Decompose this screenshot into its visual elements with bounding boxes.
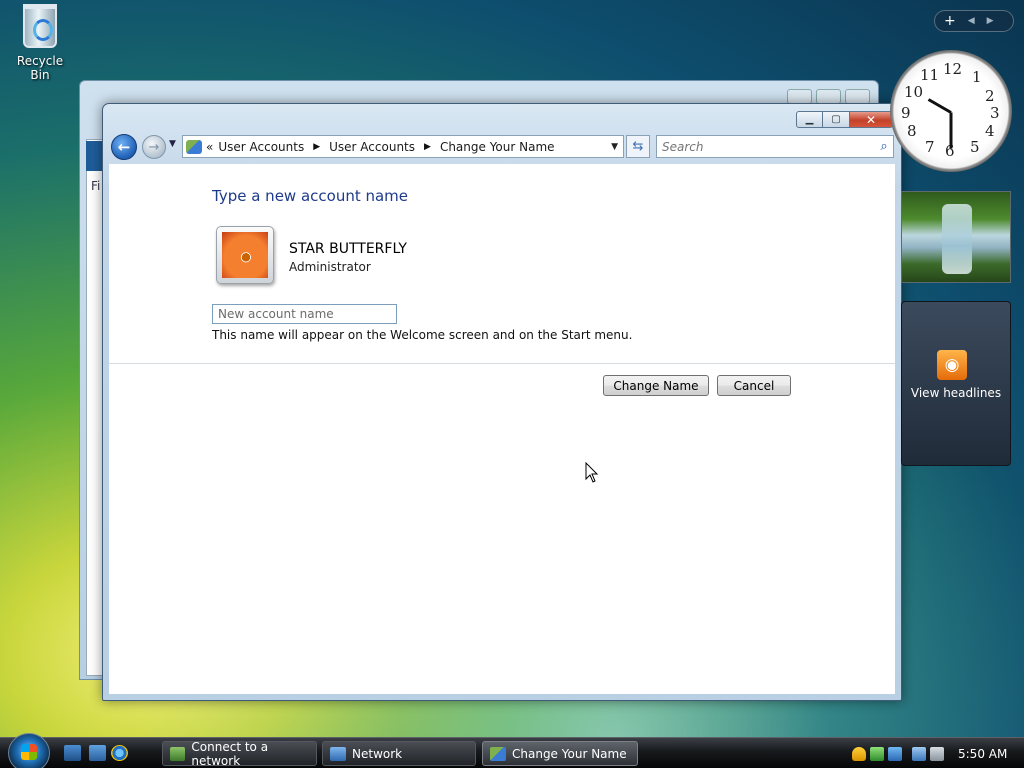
taskbar-item-label: Network	[352, 746, 403, 761]
forward-button[interactable]: →	[142, 135, 166, 159]
recycle-bin-icon	[23, 4, 57, 48]
taskbar-item-label: Change Your Name	[512, 746, 627, 761]
start-button[interactable]	[8, 733, 50, 768]
forward-arrow-icon: →	[148, 139, 160, 155]
breadcrumb-separator-icon[interactable]: ▶	[313, 142, 320, 152]
user-accounts-icon	[490, 746, 506, 761]
new-account-name-input[interactable]	[212, 304, 397, 324]
feed-headlines-gadget[interactable]: ◉ View headlines	[901, 301, 1011, 466]
close-button[interactable]	[845, 89, 870, 104]
clock-number: 4	[985, 122, 995, 140]
content-pane: Type a new account name STAR BUTTERFLY A…	[109, 164, 895, 694]
user-role: Administrator	[289, 260, 371, 274]
minimize-button[interactable]	[787, 89, 812, 104]
user-name: STAR BUTTERFLY	[289, 241, 407, 257]
taskbar-item-label: Connect to a network	[191, 739, 269, 768]
network-icon	[330, 746, 346, 761]
breadcrumb-item[interactable]: User Accounts	[329, 140, 415, 154]
mouse-cursor-icon	[585, 462, 599, 483]
recycle-bin-label: Recycle Bin	[16, 54, 64, 82]
window-caption-buttons: ▁ ▢ ✕	[796, 111, 893, 128]
refresh-button[interactable]: ⇆	[626, 135, 650, 158]
volume-muted-icon[interactable]	[930, 746, 944, 761]
clock-number: 12	[943, 60, 963, 78]
address-bar[interactable]: « User Accounts ▶ User Accounts ▶ Change…	[182, 135, 624, 158]
clock-number: 11	[920, 66, 940, 84]
security-shield-icon[interactable]	[852, 746, 866, 761]
recycle-bin[interactable]: Recycle Bin	[6, 2, 74, 82]
breadcrumb-item[interactable]: User Accounts	[218, 140, 304, 154]
clock-gadget[interactable]: 12 1 2 3 4 5 6 7 8 9 10 11	[890, 50, 1012, 172]
change-name-window[interactable]: ▁ ▢ ✕ ← → ▼ « User Accounts ▶ User Accou…	[102, 103, 902, 701]
taskbar-item-change-your-name[interactable]: Change Your Name	[482, 741, 638, 766]
user-accounts-icon	[186, 139, 202, 154]
taskbar-clock[interactable]: 5:50 AM	[958, 747, 1007, 761]
help-text: This name will appear on the Welcome scr…	[212, 328, 633, 342]
address-dropdown-icon[interactable]: ▼	[611, 142, 618, 152]
checkmark-icon[interactable]	[870, 746, 884, 761]
network-connect-icon	[170, 746, 186, 761]
system-tray: 5:50 AM	[852, 741, 1020, 766]
search-input[interactable]	[662, 137, 875, 156]
clock-number: 7	[925, 138, 935, 156]
maximize-button[interactable]: ▢	[823, 111, 850, 128]
rss-feed-icon: ◉	[937, 350, 967, 380]
back-arrow-icon: ←	[117, 138, 131, 156]
clock-number: 10	[904, 83, 924, 101]
page-title: Type a new account name	[212, 187, 409, 205]
slideshow-gadget[interactable]	[901, 191, 1011, 283]
windows-logo-icon	[21, 744, 37, 760]
cancel-button[interactable]: Cancel	[717, 375, 791, 396]
background-window-caption-buttons	[787, 89, 870, 104]
network-status-icon[interactable]	[912, 746, 926, 761]
show-desktop-icon[interactable]	[64, 745, 81, 761]
change-name-button[interactable]: Change Name	[603, 375, 709, 396]
sidebar-icon[interactable]	[888, 746, 902, 761]
divider	[109, 363, 895, 364]
breadcrumb-separator-icon[interactable]: ▶	[424, 142, 431, 152]
breadcrumb-item[interactable]: Change Your Name	[440, 140, 555, 154]
clock-number: 3	[990, 104, 1000, 122]
refresh-icon: ⇆	[632, 139, 644, 154]
add-gadget-icon[interactable]: +	[944, 13, 956, 29]
previous-icon[interactable]: ◀	[968, 16, 975, 26]
clock-number: 9	[901, 104, 911, 122]
maximize-button[interactable]	[816, 89, 841, 104]
taskbar-item-connect-to-network[interactable]: Connect to a network	[162, 739, 317, 768]
taskbar: Connect to a network Network Change Your…	[0, 733, 1024, 768]
flower-picture-icon	[222, 232, 268, 278]
sidebar-controls: + ◀ ▶	[934, 10, 1014, 32]
clock-number: 2	[985, 87, 995, 105]
clock-number: 1	[972, 68, 982, 86]
background-window-label: Fi	[91, 179, 101, 193]
clock-minute-hand	[949, 112, 953, 149]
close-button[interactable]: ✕	[850, 111, 893, 128]
minimize-button[interactable]: ▁	[796, 111, 823, 128]
back-button[interactable]: ←	[111, 134, 137, 160]
clock-number: 5	[970, 138, 980, 156]
user-avatar	[216, 226, 274, 284]
feed-label[interactable]: View headlines	[902, 386, 1010, 400]
breadcrumb-overflow[interactable]: «	[206, 140, 213, 154]
internet-explorer-icon[interactable]	[111, 745, 128, 761]
navigation-bar: ← → ▼ « User Accounts ▶ User Accounts ▶ …	[111, 134, 895, 161]
taskbar-item-network[interactable]: Network	[322, 741, 476, 766]
clock-number: 8	[907, 122, 917, 140]
next-icon[interactable]: ▶	[987, 16, 994, 26]
switch-windows-icon[interactable]	[89, 745, 106, 761]
recent-pages-dropdown[interactable]: ▼	[169, 139, 176, 149]
search-box[interactable]: ⌕	[656, 135, 894, 158]
